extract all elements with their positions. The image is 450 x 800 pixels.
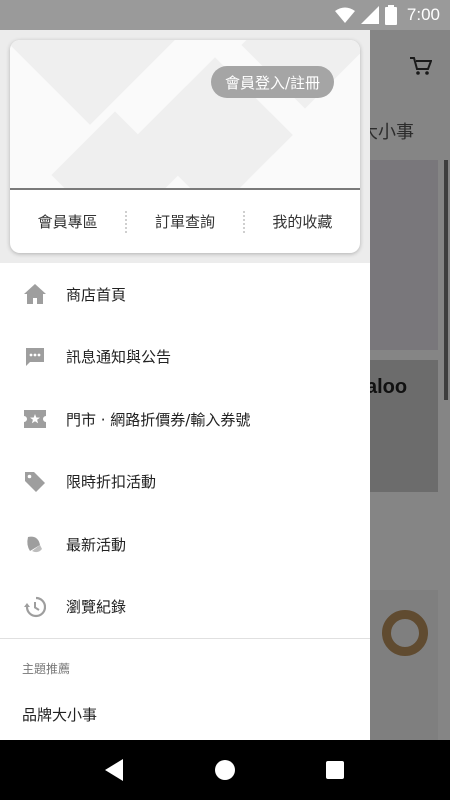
system-nav-bar xyxy=(0,740,450,800)
message-icon xyxy=(22,344,48,370)
home-button[interactable] xyxy=(205,750,245,790)
coupon-icon xyxy=(22,406,48,432)
home-circle-icon xyxy=(215,760,235,780)
tag-icon xyxy=(22,469,48,495)
history-icon xyxy=(22,594,48,620)
drawer-header: 會員登入/註冊 會員專區 訂單查詢 我的收藏 xyxy=(0,30,370,263)
campaign-icon xyxy=(22,531,48,557)
recents-button[interactable] xyxy=(315,750,355,790)
menu-item-notifications[interactable]: 訊息通知與公告 xyxy=(0,326,370,389)
navigation-drawer: 會員登入/註冊 會員專區 訂單查詢 我的收藏 商店首頁 訊息通知與公告 門市 ·… xyxy=(0,30,370,740)
member-links: 會員專區 訂單查詢 我的收藏 xyxy=(10,190,360,253)
back-icon xyxy=(105,759,123,781)
menu-item-label: 限時折扣活動 xyxy=(66,473,157,492)
member-card: 會員登入/註冊 會員專區 訂單查詢 我的收藏 xyxy=(10,40,360,253)
order-query-link[interactable]: 訂單查詢 xyxy=(127,211,242,232)
section-item-brand-stories[interactable]: 品牌大小事 xyxy=(22,704,97,725)
menu-item-latest-events[interactable]: 最新活動 xyxy=(0,513,370,576)
clock: 7:00 xyxy=(406,5,440,24)
menu-item-label: 瀏覽紀錄 xyxy=(66,598,127,617)
back-button[interactable] xyxy=(95,750,135,790)
menu-item-label: 商店首頁 xyxy=(66,285,127,304)
favorites-link[interactable]: 我的收藏 xyxy=(245,211,360,232)
menu-item-store-home[interactable]: 商店首頁 xyxy=(0,263,370,326)
section-title: 主題推薦 xyxy=(22,662,71,676)
member-area-link[interactable]: 會員專區 xyxy=(10,211,125,232)
wifi-icon xyxy=(334,7,355,23)
menu-divider xyxy=(0,638,370,639)
battery-icon xyxy=(384,5,397,25)
home-icon xyxy=(22,281,48,307)
menu-item-browsing-history[interactable]: 瀏覽紀錄 xyxy=(0,576,370,639)
login-register-button[interactable]: 會員登入/註冊 xyxy=(210,66,334,98)
recents-icon xyxy=(326,761,344,779)
status-bar: 7:00 xyxy=(0,0,450,30)
menu-item-label: 最新活動 xyxy=(66,535,127,554)
signal-icon xyxy=(360,6,379,24)
drawer-menu: 商店首頁 訊息通知與公告 門市 · 網路折價券/輸入券號 限時折扣活動 最新活動 xyxy=(0,263,370,638)
menu-item-coupons[interactable]: 門市 · 網路折價券/輸入券號 xyxy=(0,388,370,451)
menu-item-label: 訊息通知與公告 xyxy=(66,348,172,367)
member-banner xyxy=(10,40,360,188)
menu-item-label: 門市 · 網路折價券/輸入券號 xyxy=(66,410,251,429)
menu-item-flash-sale[interactable]: 限時折扣活動 xyxy=(0,451,370,514)
